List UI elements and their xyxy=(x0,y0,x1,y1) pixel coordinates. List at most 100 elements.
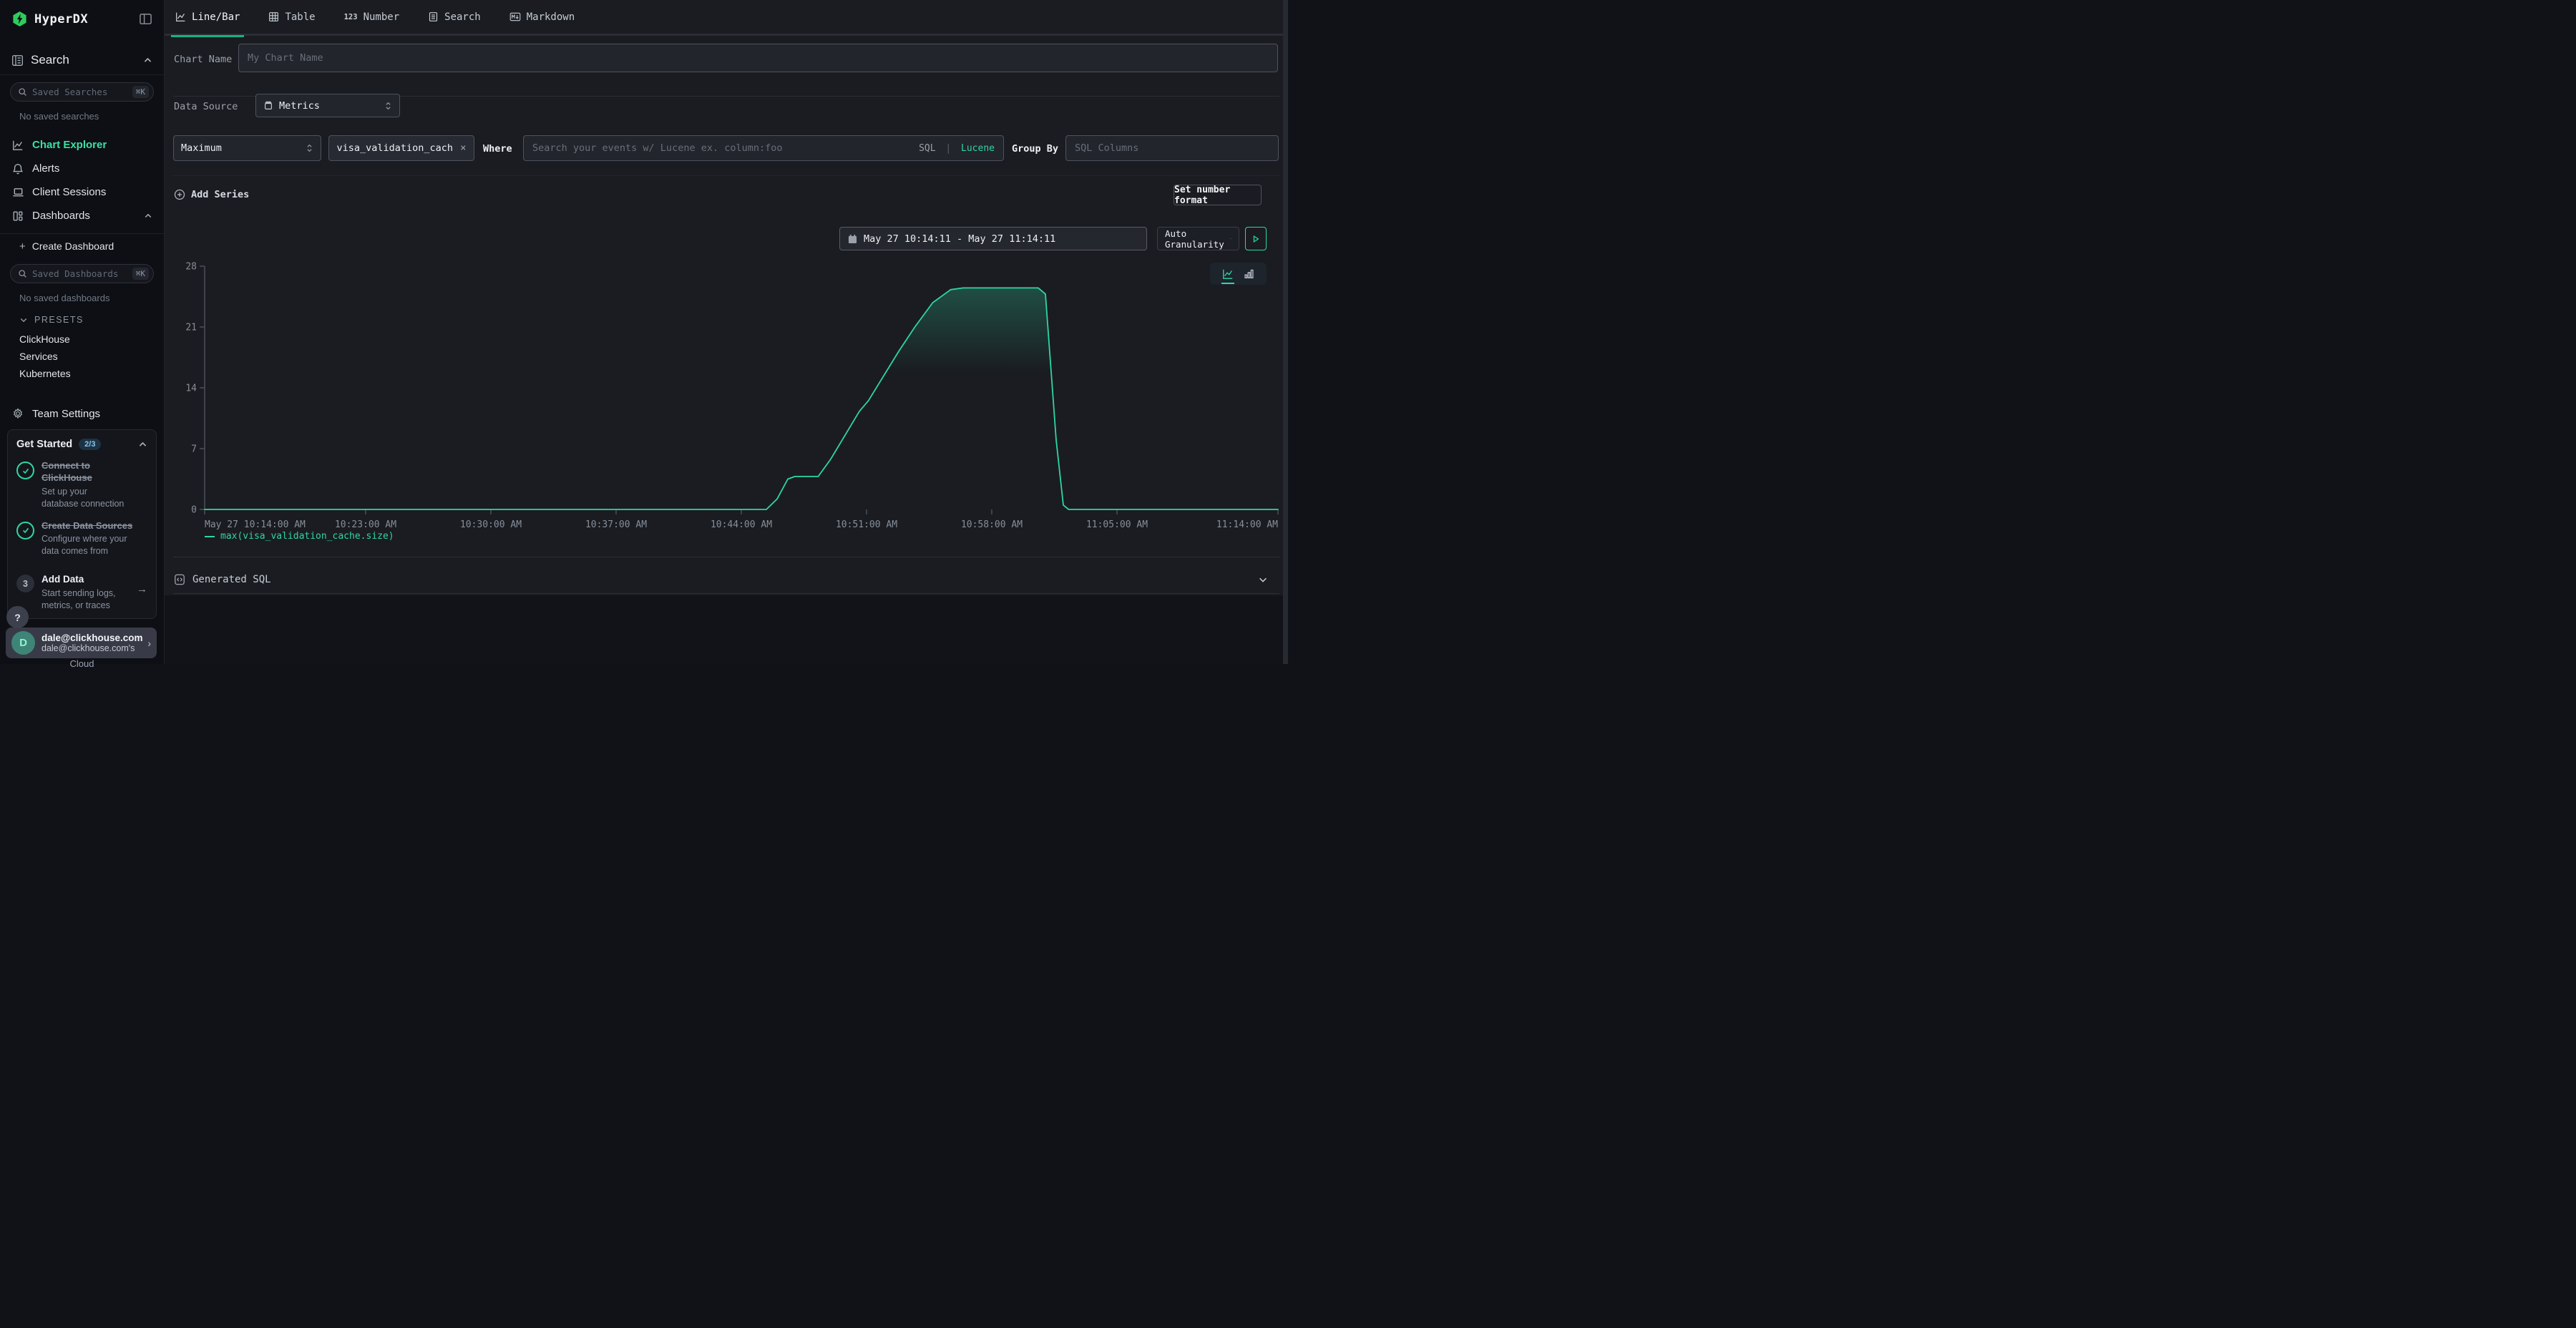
preset-services[interactable]: Services xyxy=(19,348,164,365)
svg-text:10:58:00 AM: 10:58:00 AM xyxy=(961,519,1023,530)
get-started-header[interactable]: Get Started 2/3 xyxy=(16,439,147,450)
no-saved-dashboards-text: No saved dashboards xyxy=(19,293,164,303)
tab-label: Markdown xyxy=(527,11,575,23)
aggregation-select[interactable]: Maximum xyxy=(173,135,321,161)
svg-text:11:14:00 AM: 11:14:00 AM xyxy=(1216,519,1278,530)
group-by-label: Group By xyxy=(1012,143,1058,155)
sidebar-item-alerts[interactable]: Alerts xyxy=(0,157,164,180)
dashboard-icon xyxy=(12,210,24,222)
run-query-button[interactable] xyxy=(1245,227,1267,250)
add-series-button[interactable]: Add Series xyxy=(174,189,249,200)
remove-metric-icon[interactable]: × xyxy=(460,142,466,154)
chevron-down-icon xyxy=(19,316,28,324)
chart-name-label: Chart Name xyxy=(174,54,232,65)
help-button[interactable]: ? xyxy=(6,606,29,628)
sidebar-item-client-sessions[interactable]: Client Sessions xyxy=(0,180,164,204)
tab-line-bar[interactable]: Line/Bar xyxy=(173,0,242,35)
granularity-value: Auto Granularity xyxy=(1165,228,1224,250)
date-range-value: May 27 10:14:11 - May 27 11:14:11 xyxy=(864,233,1055,245)
date-range-picker[interactable]: May 27 10:14:11 - May 27 11:14:11 xyxy=(839,227,1147,250)
metric-field-tag[interactable]: visa_validation_cach × xyxy=(328,135,474,161)
search-icon xyxy=(18,87,27,97)
get-started-item-add-data[interactable]: 3 Add Data Start sending logs, metrics, … xyxy=(16,573,147,611)
lucene-toggle-option[interactable]: Lucene xyxy=(961,143,995,154)
saved-searches-placeholder: Saved Searches xyxy=(32,87,132,97)
create-dashboard-button[interactable]: + Create Dashboard xyxy=(0,234,164,258)
sidebar-item-dashboards[interactable]: Dashboards xyxy=(0,204,164,228)
app-title: HyperDX xyxy=(34,12,139,26)
document-list-icon xyxy=(428,11,439,22)
tab-markdown[interactable]: Markdown xyxy=(507,0,577,35)
saved-dashboards-placeholder: Saved Dashboards xyxy=(32,268,132,279)
aggregation-value: Maximum xyxy=(181,142,222,154)
select-chevrons-icon xyxy=(306,143,313,153)
chart-name-input[interactable]: My Chart Name xyxy=(238,44,1278,72)
saved-searches-input[interactable]: Saved Searches ⌘K xyxy=(10,82,154,102)
code-icon xyxy=(174,574,185,585)
saved-dashboards-input[interactable]: Saved Dashboards ⌘K xyxy=(10,264,154,283)
user-subtitle: dale@clickhouse.com's xyxy=(42,643,147,653)
step-title: Add Data xyxy=(42,573,137,586)
search-section-label: Search xyxy=(31,53,143,67)
step-number-badge: 3 xyxy=(16,575,34,592)
no-saved-searches-text: No saved searches xyxy=(19,111,164,122)
svg-text:14: 14 xyxy=(185,384,197,394)
where-label: Where xyxy=(483,143,512,155)
group-by-input[interactable]: SQL Columns xyxy=(1065,135,1279,161)
timeseries-chart[interactable]: 07142128May 27 10:14:00 AM10:23:00 AM10:… xyxy=(172,258,1288,544)
get-started-card: Get Started 2/3 Connect to ClickHouse Se… xyxy=(7,429,157,619)
chevron-up-icon xyxy=(144,212,152,220)
preset-clickhouse[interactable]: ClickHouse xyxy=(19,331,164,348)
gear-icon xyxy=(12,408,24,419)
svg-text:10:30:00 AM: 10:30:00 AM xyxy=(460,519,522,530)
step-desc: Set up your database connection xyxy=(42,486,126,510)
collapse-sidebar-icon[interactable] xyxy=(139,12,152,26)
tab-number[interactable]: 123 Number xyxy=(342,0,402,35)
get-started-item-data-sources[interactable]: Create Data Sources Configure where your… xyxy=(16,520,147,558)
presets-toggle[interactable]: PRESETS xyxy=(19,315,164,325)
tab-table[interactable]: Table xyxy=(266,0,317,35)
page-background xyxy=(165,595,1288,664)
scrollbar[interactable] xyxy=(1283,0,1288,664)
where-search-input[interactable]: Search your events w/ Lucene ex. column:… xyxy=(523,135,1004,161)
sidebar-item-chart-explorer[interactable]: Chart Explorer xyxy=(0,133,164,157)
sql-toggle-option[interactable]: SQL xyxy=(919,143,935,154)
generated-sql-toggle[interactable]: Generated SQL xyxy=(165,565,1288,593)
data-source-select[interactable]: Metrics xyxy=(255,94,400,117)
step-title: Create Data Sources xyxy=(42,520,147,532)
query-language-toggle: SQL | Lucene xyxy=(919,143,995,154)
svg-text:10:51:00 AM: 10:51:00 AM xyxy=(836,519,897,530)
data-source-value: Metrics xyxy=(279,100,320,112)
sidebar-item-team-settings[interactable]: Team Settings xyxy=(0,401,164,426)
sidebar-item-label: Client Sessions xyxy=(32,186,106,198)
search-icon xyxy=(18,269,27,278)
svg-text:May 27 10:14:00 AM: May 27 10:14:00 AM xyxy=(205,519,306,530)
where-placeholder: Search your events w/ Lucene ex. column:… xyxy=(532,142,783,154)
logo-row: HyperDX xyxy=(0,0,164,27)
database-icon xyxy=(263,101,273,111)
arrow-right-icon: → xyxy=(137,573,147,611)
sidebar: HyperDX Search Saved Searches ⌘K No save… xyxy=(0,0,165,664)
data-source-label: Data Source xyxy=(174,101,238,112)
legend-series-name: max(visa_validation_cache.size) xyxy=(220,531,394,542)
preset-label: Services xyxy=(19,351,58,362)
tab-search[interactable]: Search xyxy=(426,0,483,35)
chevron-up-icon xyxy=(143,56,152,65)
chevron-down-icon xyxy=(1230,235,1231,243)
sidebar-section-search[interactable]: Search xyxy=(0,46,164,75)
search-section-icon xyxy=(11,54,24,67)
preset-kubernetes[interactable]: Kubernetes xyxy=(19,365,164,382)
user-menu[interactable]: D dale@clickhouse.com dale@clickhouse.co… xyxy=(6,628,157,658)
preset-label: Kubernetes xyxy=(19,368,71,379)
svg-text:28: 28 xyxy=(185,262,197,273)
svg-text:10:37:00 AM: 10:37:00 AM xyxy=(585,519,647,530)
preset-label: ClickHouse xyxy=(19,333,70,345)
chart-legend[interactable]: max(visa_validation_cache.size) xyxy=(205,531,394,542)
bell-icon xyxy=(12,163,24,175)
granularity-select[interactable]: Auto Granularity xyxy=(1157,227,1239,250)
set-number-format-button[interactable]: Set number format xyxy=(1174,185,1262,205)
legend-line-swatch xyxy=(205,536,215,537)
sidebar-item-label: Chart Explorer xyxy=(32,139,107,151)
get-started-item-connect[interactable]: Connect to ClickHouse Set up your databa… xyxy=(16,460,147,510)
saved-searches-shortcut: ⌘K xyxy=(132,86,149,98)
